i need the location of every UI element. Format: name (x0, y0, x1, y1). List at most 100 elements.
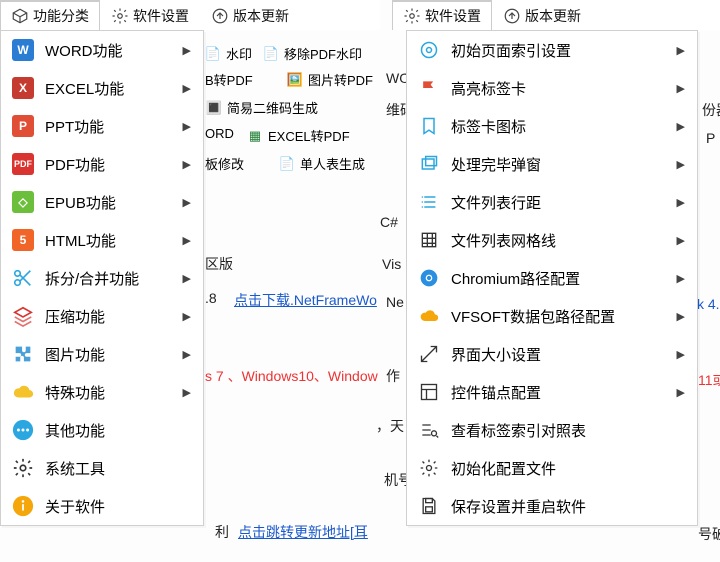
menu-item-excel[interactable]: X EXCEL功能 ▶ (1, 69, 203, 107)
menu-item-compress[interactable]: 压缩功能 ▶ (1, 297, 203, 335)
menu-item-ui-size[interactable]: 界面大小设置 ▶ (407, 335, 697, 373)
layers-icon (9, 305, 37, 327)
menu-item-html[interactable]: 5 HTML功能 ▶ (1, 221, 203, 259)
update-icon (503, 7, 521, 25)
bg-button-qr: 🔳 简易二维码生成 (205, 98, 318, 117)
save-icon (415, 495, 443, 517)
bg-text-edition: 区版 (205, 254, 233, 274)
tab-software-settings-right[interactable]: 软件设置 (392, 0, 492, 30)
target-icon (415, 39, 443, 61)
menu-item-split-merge[interactable]: 拆分/合并功能 ▶ (1, 259, 203, 297)
bg-link-k4[interactable]: k 4. (697, 296, 720, 312)
software-settings-menu: 初始页面索引设置 ▶ 高亮标签卡 ▶ 标签卡图标 ▶ 处理完毕弹窗 ▶ 文件列表… (406, 30, 698, 526)
chevron-right-icon: ▶ (183, 234, 195, 247)
left-tabbar: 功能分类 软件设置 版本更新 (0, 0, 380, 30)
menu-item-view-index-table[interactable]: 查看标签索引对照表 (407, 411, 697, 449)
chevron-right-icon: ▶ (183, 158, 195, 171)
menu-item-label: 初始页面索引设置 (443, 40, 677, 61)
bg-text-vis: Vis (382, 256, 401, 272)
tab-version-update-right[interactable]: 版本更新 (492, 0, 592, 30)
menu-item-vfsoft[interactable]: VFSOFT数据包路径配置 ▶ (407, 297, 697, 335)
tab-label: 软件设置 (425, 6, 481, 26)
menu-item-word[interactable]: W WORD功能 ▶ (1, 31, 203, 69)
menu-item-label: 图片功能 (37, 344, 183, 365)
menu-item-chromium[interactable]: Chromium路径配置 ▶ (407, 259, 697, 297)
bg-button-remove-pdf-wm: 📄 移除PDF水印 (262, 44, 362, 63)
menu-item-label: PPT功能 (37, 116, 183, 137)
menu-item-other[interactable]: 其他功能 (1, 411, 203, 449)
menu-item-label: HTML功能 (37, 230, 183, 251)
chevron-right-icon: ▶ (677, 386, 689, 399)
menu-item-anchor[interactable]: 控件锚点配置 ▶ (407, 373, 697, 411)
tab-function-category[interactable]: 功能分类 (0, 0, 100, 30)
tab-version-update-left[interactable]: 版本更新 (200, 0, 300, 30)
excel-icon: ▦ (246, 127, 264, 145)
menu-item-ppt[interactable]: P PPT功能 ▶ (1, 107, 203, 145)
menu-item-system-tools[interactable]: 系统工具 (1, 449, 203, 487)
chevron-right-icon: ▶ (677, 82, 689, 95)
menu-item-label: 拆分/合并功能 (37, 268, 183, 289)
tab-label: 版本更新 (233, 6, 289, 26)
menu-item-image[interactable]: 图片功能 ▶ (1, 335, 203, 373)
gear-icon (403, 7, 421, 25)
chevron-right-icon: ▶ (183, 196, 195, 209)
flag-icon (415, 77, 443, 99)
menu-item-save-restart[interactable]: 保存设置并重启软件 (407, 487, 697, 525)
menu-item-label: 查看标签索引对照表 (443, 420, 689, 441)
chevron-right-icon: ▶ (183, 348, 195, 361)
menu-item-row-spacing[interactable]: 文件列表行距 ▶ (407, 183, 697, 221)
doc-icon: 📄 (278, 155, 296, 173)
cube-icon (11, 7, 29, 25)
menu-item-popup[interactable]: 处理完毕弹窗 ▶ (407, 145, 697, 183)
menu-item-label: 文件列表网格线 (443, 230, 677, 251)
chevron-right-icon: ▶ (677, 158, 689, 171)
menu-item-highlight-tab[interactable]: 高亮标签卡 ▶ (407, 69, 697, 107)
tab-label: 软件设置 (133, 6, 189, 26)
puzzle-icon (9, 343, 37, 365)
info-icon (9, 495, 37, 517)
bg-text-csharp: C# (380, 214, 398, 230)
bg-text-ne: Ne (386, 294, 404, 310)
qr-icon: 🔳 (205, 99, 223, 117)
menu-item-initial-index[interactable]: 初始页面索引设置 ▶ (407, 31, 697, 69)
menu-item-about[interactable]: 关于软件 (1, 487, 203, 525)
tab-label: 功能分类 (33, 6, 89, 26)
update-icon (211, 7, 229, 25)
bg-link-update[interactable]: 点击跳转更新地址[耳 (238, 522, 368, 542)
menu-item-label: VFSOFT数据包路径配置 (443, 306, 677, 327)
tab-software-settings-left[interactable]: 软件设置 (100, 0, 200, 30)
chevron-right-icon: ▶ (677, 234, 689, 247)
menu-item-label: Chromium路径配置 (443, 268, 677, 289)
bg-text-backup: 份器 (702, 100, 720, 120)
menu-item-gridlines[interactable]: 文件列表网格线 ▶ (407, 221, 697, 259)
chevron-right-icon: ▶ (183, 310, 195, 323)
bg-text-pj: P (706, 130, 715, 146)
menu-item-label: EXCEL功能 (37, 78, 183, 99)
menu-item-label: 标签卡图标 (443, 116, 677, 137)
bg-link-netframework[interactable]: 点击下载.NetFrameWo (234, 290, 377, 310)
menu-item-label: 其他功能 (37, 420, 195, 441)
menu-item-label: PDF功能 (37, 154, 183, 175)
tab-label: 版本更新 (525, 6, 581, 26)
chevron-right-icon: ▶ (677, 310, 689, 323)
menu-item-label: 系统工具 (37, 458, 195, 479)
menu-item-label: 界面大小设置 (443, 344, 677, 365)
menu-item-label: 保存设置并重启软件 (443, 496, 689, 517)
menu-item-label: 压缩功能 (37, 306, 183, 327)
menu-item-tab-icon[interactable]: 标签卡图标 ▶ (407, 107, 697, 145)
list-icon (415, 191, 443, 213)
chrome-icon (415, 267, 443, 289)
html-icon: 5 (12, 229, 34, 251)
grid-icon (415, 229, 443, 251)
menu-item-init-config[interactable]: 初始化配置文件 (407, 449, 697, 487)
right-tabbar: 软件设置 版本更新 (392, 0, 720, 30)
bg-text-li: 利 (215, 522, 229, 542)
layout-icon (415, 381, 443, 403)
menu-item-pdf[interactable]: PDF PDF功能 ▶ (1, 145, 203, 183)
bg-button-template: 板修改 (205, 154, 244, 173)
menu-item-epub[interactable]: ◇ EPUB功能 ▶ (1, 183, 203, 221)
chevron-right-icon: ▶ (183, 272, 195, 285)
bg-text-use: 作 (386, 366, 400, 386)
bg-text-comma: ，天 (376, 416, 404, 436)
menu-item-special[interactable]: 特殊功能 ▶ (1, 373, 203, 411)
